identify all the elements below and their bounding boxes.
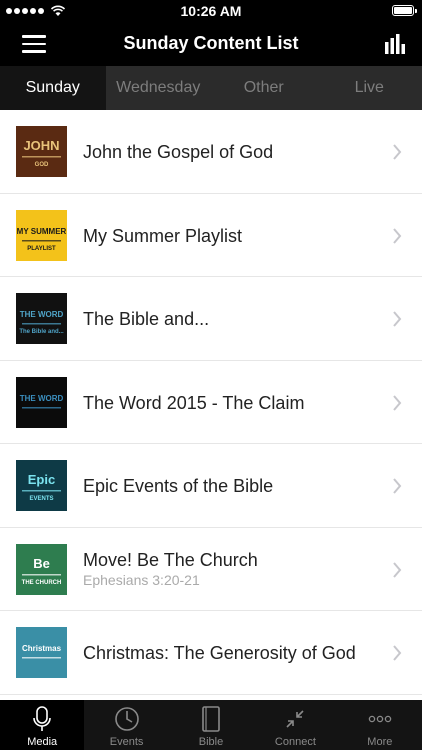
list-item[interactable]: THE WORD The Word 2015 - The Claim	[0, 361, 422, 444]
artwork-accent-line	[22, 490, 61, 492]
chevron-right-icon	[393, 645, 402, 661]
status-time: 10:26 AM	[180, 3, 242, 19]
list-item-title: The Bible and...	[83, 309, 210, 329]
chevron-right-icon	[393, 478, 402, 494]
list-item-title: My Summer Playlist	[83, 225, 243, 246]
status-bar: 10:26 AM	[0, 0, 422, 22]
tabbar-label: Bible	[198, 736, 224, 748]
book-icon	[202, 706, 220, 732]
tabbar-label: Events	[109, 736, 144, 748]
chevron-right-icon	[393, 561, 402, 578]
list-item[interactable]: Be THE CHURCH Move! Be The Church Ephesia…	[0, 528, 422, 611]
tabbar-label: Connect	[274, 736, 316, 748]
tab-sunday[interactable]: Sunday	[0, 66, 106, 110]
list-item[interactable]: THE WORD The Bible and... The Bible and..…	[0, 277, 422, 361]
bottom-tab-bar: Media Events Bible Connect More	[0, 700, 422, 750]
microphone-icon	[33, 706, 52, 731]
artwork-text: THE CHURCH	[22, 580, 62, 586]
list-item-title: Christmas: The Generosity of God	[83, 643, 356, 663]
page-title: Sunday Content List	[123, 33, 299, 53]
series-artwork: Epic EVENTS	[16, 460, 67, 511]
artwork-text: Epic	[28, 472, 55, 487]
tabbar-label: Media	[27, 736, 58, 748]
artwork-accent-line	[22, 323, 61, 325]
chevron-right-icon	[393, 394, 402, 411]
list-item-subtitle: Ephesians 3:20-21	[83, 571, 200, 588]
battery-icon	[392, 5, 417, 16]
tab-live[interactable]: Live	[317, 66, 422, 110]
list-item[interactable]: Christmas Christmas: The Generosity of G…	[0, 611, 422, 695]
clock-icon	[114, 707, 139, 731]
artwork-text: The Bible and...	[19, 329, 64, 335]
list-item-title: Move! Be The Church	[83, 549, 258, 570]
chevron-right-icon	[393, 311, 402, 327]
artwork-accent-line	[22, 239, 61, 241]
segment-tabs: Sunday Wednesday Other Live	[0, 66, 422, 110]
tab-wednesday[interactable]: Wednesday	[106, 66, 212, 110]
tabbar-events[interactable]: Events	[84, 700, 168, 750]
artwork-accent-line	[22, 406, 61, 408]
series-artwork: JOHN GOD	[16, 126, 67, 177]
artwork-text: THE WORD	[20, 394, 64, 403]
chevron-right-icon	[393, 144, 402, 160]
list-item[interactable]: MY SUMMER PLAYLIST My Summer Playlist	[0, 194, 422, 277]
artwork-text: JOHN	[23, 138, 59, 153]
nav-bar: Sunday Content List	[0, 22, 422, 66]
series-artwork: MY SUMMER PLAYLIST	[16, 209, 67, 261]
list-item[interactable]: JOHN GOD John the Gospel of God	[0, 110, 422, 194]
artwork-text: Be	[33, 556, 50, 571]
artwork-text: Christmas	[22, 644, 62, 653]
artwork-text: GOD	[35, 162, 49, 168]
series-artwork: Be THE CHURCH	[16, 543, 67, 595]
tabbar-media[interactable]: Media	[0, 700, 85, 750]
bar-chart-icon[interactable]	[384, 33, 406, 55]
content-list: JOHN GOD John the Gospel of God MY SUMMER…	[0, 110, 422, 695]
list-item[interactable]: Epic EVENTS Epic Events of the Bible	[0, 444, 422, 528]
tabbar-bible[interactable]: Bible	[169, 700, 253, 750]
more-dots-icon	[368, 715, 392, 723]
artwork-text: EVENTS	[29, 496, 53, 502]
tabbar-label: More	[367, 736, 393, 748]
list-item-title: John the Gospel of God	[83, 142, 274, 162]
artwork-text: THE WORD	[20, 310, 64, 319]
artwork-text: PLAYLIST	[27, 246, 56, 252]
series-artwork: THE WORD The Bible and...	[16, 293, 67, 344]
tabbar-connect[interactable]: Connect	[253, 700, 337, 750]
connect-arrows-icon	[286, 710, 304, 728]
series-artwork: THE WORD	[16, 376, 67, 428]
tab-other[interactable]: Other	[211, 66, 317, 110]
artwork-accent-line	[22, 573, 61, 575]
artwork-text: MY SUMMER	[17, 227, 67, 236]
list-item-title: Epic Events of the Bible	[83, 476, 274, 496]
list-item-title: The Word 2015 - The Claim	[83, 392, 305, 413]
chevron-right-icon	[393, 227, 402, 244]
series-artwork: Christmas	[16, 627, 67, 678]
tabbar-more[interactable]: More	[338, 700, 422, 750]
artwork-accent-line	[22, 657, 61, 659]
artwork-accent-line	[22, 156, 61, 158]
